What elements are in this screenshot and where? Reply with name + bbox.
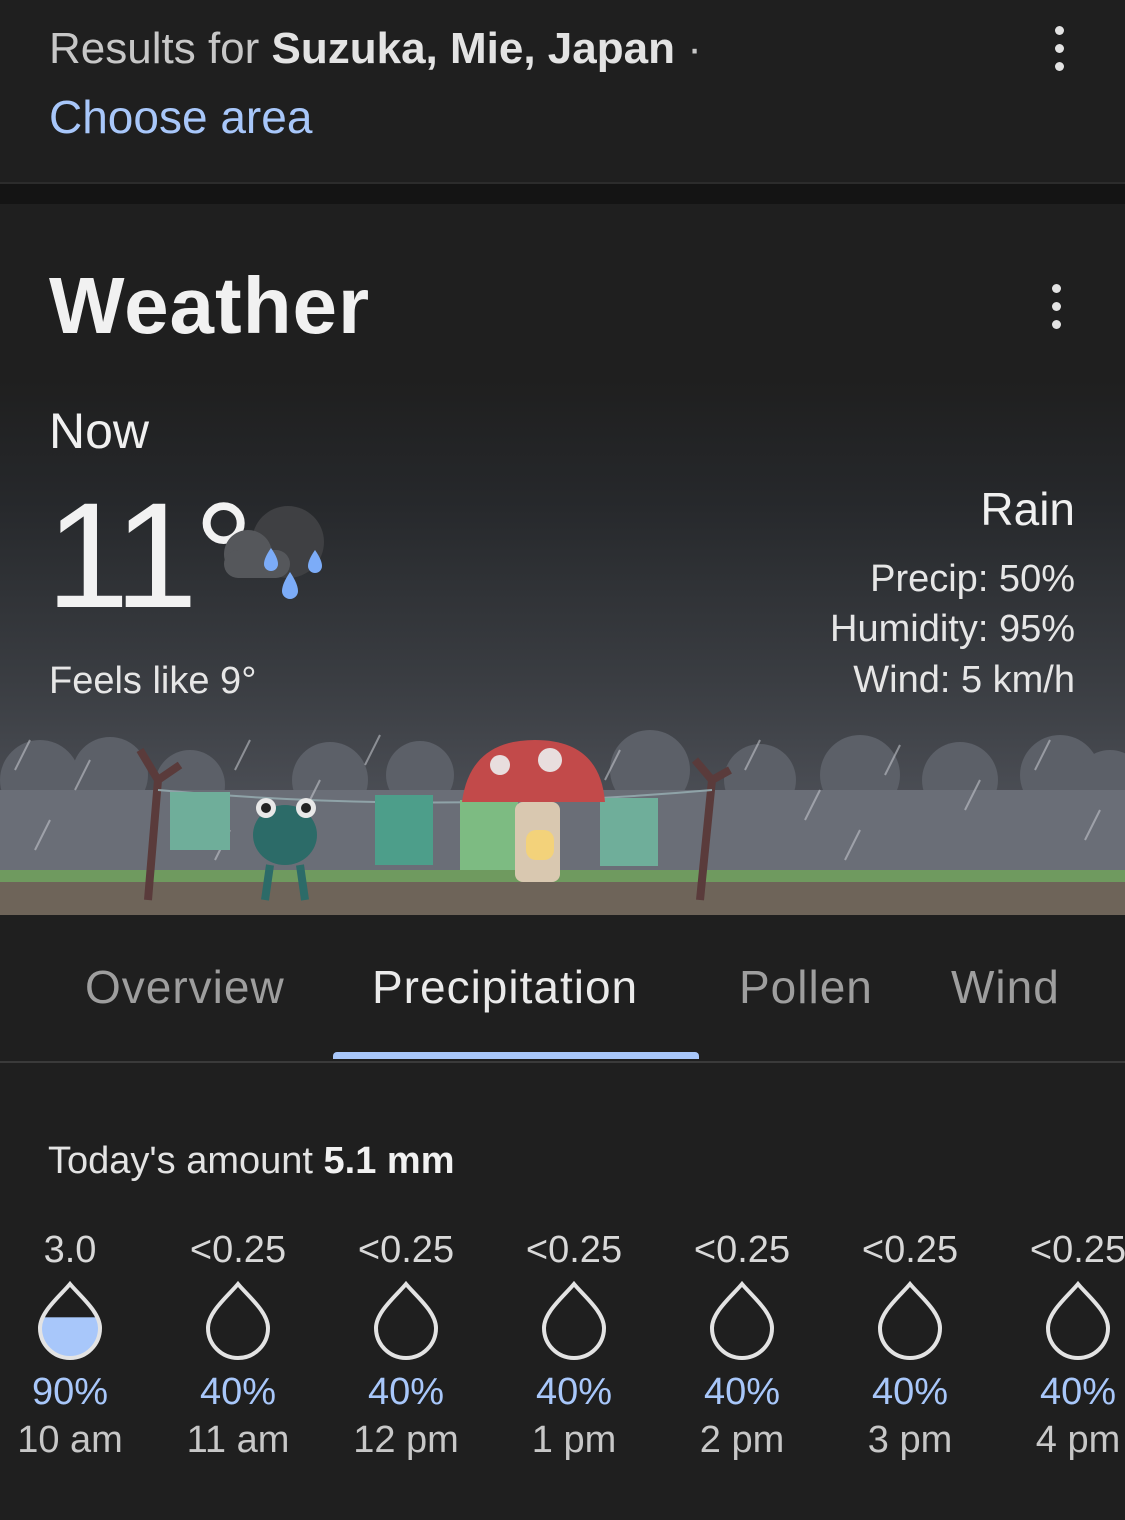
separator-dot: · <box>674 24 702 73</box>
condition-text: Rain <box>980 483 1075 535</box>
hour-chance: 40% <box>1039 1371 1117 1413</box>
hour-amount: <0.25 <box>525 1229 623 1271</box>
hour-chance: 40% <box>703 1371 781 1413</box>
more-options-icon[interactable] <box>1039 18 1079 78</box>
raindrop-icon <box>373 1280 439 1360</box>
hour-time: 1 pm <box>531 1419 617 1461</box>
rain-cloud-icon <box>224 506 324 599</box>
tab-wind[interactable]: Wind <box>951 960 1060 1014</box>
hour-amount: 3.0 <box>43 1229 97 1271</box>
raindrop-icon <box>877 1280 943 1360</box>
tab-overview[interactable]: Overview <box>85 960 285 1014</box>
hour-time: 3 pm <box>867 1419 953 1461</box>
raindrop-icon <box>541 1280 607 1360</box>
humidity-stat: Humidity: 95% <box>830 608 1075 650</box>
choose-area-link[interactable]: Choose area <box>49 90 312 144</box>
hour-chance: 40% <box>199 1371 277 1413</box>
hour-column: <0.25 40% 4 pm <box>1003 1228 1125 1462</box>
location-name: Suzuka, Mie, Japan <box>271 24 675 73</box>
hour-amount: <0.25 <box>861 1229 959 1271</box>
active-tab-indicator <box>333 1052 699 1059</box>
hour-chance: 40% <box>367 1371 445 1413</box>
results-prefix: Results for <box>49 24 272 73</box>
amount-label: Today's amount <box>48 1140 324 1182</box>
tab-pollen[interactable]: Pollen <box>739 960 873 1014</box>
precip-stat: Precip: 50% <box>870 558 1075 600</box>
raindrop-icon <box>709 1280 775 1360</box>
hour-time: 4 pm <box>1035 1419 1121 1461</box>
divider <box>0 184 1125 204</box>
rainy-scene-illustration <box>0 730 1125 915</box>
hour-time: 10 am <box>17 1419 123 1461</box>
hour-time: 11 am <box>186 1419 290 1461</box>
tab-precipitation[interactable]: Precipitation <box>372 960 638 1014</box>
search-results-bar: Results for Suzuka, Mie, Japan · Choose … <box>0 0 1125 184</box>
hour-amount: <0.25 <box>189 1229 287 1271</box>
todays-amount: Today's amount 5.1 mm <box>48 1140 455 1183</box>
weather-title: Weather <box>49 261 371 350</box>
hour-time: 2 pm <box>699 1419 785 1461</box>
hour-column: <0.25 40% 2 pm <box>667 1228 817 1462</box>
raindrop-icon <box>1045 1280 1111 1360</box>
wind-stat: Wind: 5 km/h <box>853 659 1075 701</box>
feels-like-text: Feels like 9° <box>49 660 257 702</box>
hour-chance: 40% <box>535 1371 613 1413</box>
hour-amount: <0.25 <box>357 1229 455 1271</box>
hour-column: <0.25 40% 12 pm <box>331 1228 481 1462</box>
weather-more-options-icon[interactable] <box>1036 276 1076 336</box>
hour-time: 12 pm <box>353 1419 459 1461</box>
hour-column: 3.0 90% 10 am <box>0 1228 145 1462</box>
hour-column: <0.25 40% 1 pm <box>499 1228 649 1462</box>
amount-value: 5.1 mm <box>323 1140 455 1182</box>
hour-chance: 40% <box>871 1371 949 1413</box>
hour-column: <0.25 40% 11 am <box>163 1228 313 1462</box>
hour-chance: 90% <box>31 1371 109 1413</box>
hour-column: <0.25 40% 3 pm <box>835 1228 985 1462</box>
hour-amount: <0.25 <box>693 1229 791 1271</box>
raindrop-icon <box>37 1280 103 1360</box>
raindrop-icon <box>205 1280 271 1360</box>
hour-amount: <0.25 <box>1029 1229 1125 1271</box>
now-label: Now <box>49 403 150 459</box>
results-for-text: Results for Suzuka, Mie, Japan · <box>49 24 702 74</box>
